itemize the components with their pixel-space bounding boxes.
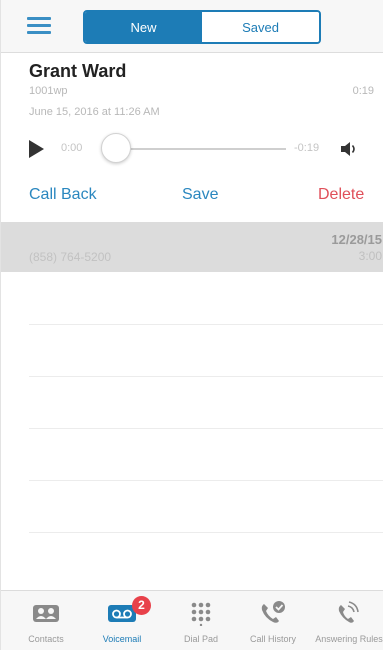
tab-dial-pad-label: Dial Pad xyxy=(183,634,219,644)
playback-slider[interactable] xyxy=(106,148,286,150)
tab-answering-rules[interactable]: Answering Rules xyxy=(314,591,383,650)
time-elapsed: 0:00 xyxy=(61,142,83,154)
voicemail-badge: 2 xyxy=(132,596,151,615)
contacts-icon xyxy=(33,605,59,622)
answering-rules-icon xyxy=(338,601,359,623)
list-divider xyxy=(29,532,383,533)
menu-icon[interactable] xyxy=(27,15,55,37)
tab-call-history[interactable]: Call History xyxy=(238,591,308,650)
time-remaining: -0:19 xyxy=(294,142,320,154)
tab-saved[interactable]: Saved xyxy=(202,12,319,42)
list-divider xyxy=(29,428,383,429)
list-item-date: 12/28/15 xyxy=(331,232,382,247)
speaker-icon[interactable] xyxy=(339,139,359,159)
tab-call-history-label: Call History xyxy=(249,634,296,644)
call-back-button[interactable]: Call Back xyxy=(29,186,97,204)
list-divider xyxy=(29,376,383,377)
call-history-icon xyxy=(261,601,285,623)
play-icon[interactable] xyxy=(29,140,44,158)
caller-name: Grant Ward xyxy=(29,61,127,81)
list-divider xyxy=(29,480,383,481)
tab-voicemail-label: Voicemail xyxy=(102,634,142,644)
audio-player: 0:00 -0:19 xyxy=(1,131,383,165)
new-saved-segmented-control: New Saved xyxy=(83,10,321,44)
voicemail-duration: 0:19 xyxy=(352,85,374,97)
list-divider xyxy=(29,324,383,325)
tab-answering-rules-label: Answering Rules xyxy=(315,634,383,644)
tab-voicemail[interactable]: 2 Voicemail xyxy=(87,591,157,650)
delete-button[interactable]: Delete xyxy=(318,186,364,204)
tab-contacts-label: Contacts xyxy=(28,634,64,644)
dialpad-icon xyxy=(191,602,211,626)
tab-dial-pad[interactable]: Dial Pad xyxy=(166,591,236,650)
list-item[interactable]: (858) 764-5200 12/28/15 3:00 xyxy=(1,222,383,272)
voicemail-detail: Grant Ward 1001wp 0:19 June 15, 2016 at … xyxy=(1,53,383,222)
voicemail-screen: New Saved Grant Ward 1001wp 0:19 June 15… xyxy=(0,0,383,650)
top-bar: New Saved xyxy=(1,0,383,53)
playback-slider-thumb[interactable] xyxy=(101,133,131,163)
voicemail-actions: Call Back Save Delete xyxy=(1,186,383,210)
voicemail-date: June 15, 2016 at 11:26 AM xyxy=(29,106,160,118)
list-item-number: (858) 764-5200 xyxy=(29,250,112,264)
save-button[interactable]: Save xyxy=(182,186,218,204)
tab-new[interactable]: New xyxy=(85,12,202,42)
list-item-time: 3:00 xyxy=(358,249,382,263)
caller-number: 1001wp xyxy=(29,85,68,97)
bottom-tab-bar: Contacts 2 Voicemail Dial Pad Call Histo… xyxy=(1,590,383,650)
tab-contacts[interactable]: Contacts xyxy=(11,591,81,650)
